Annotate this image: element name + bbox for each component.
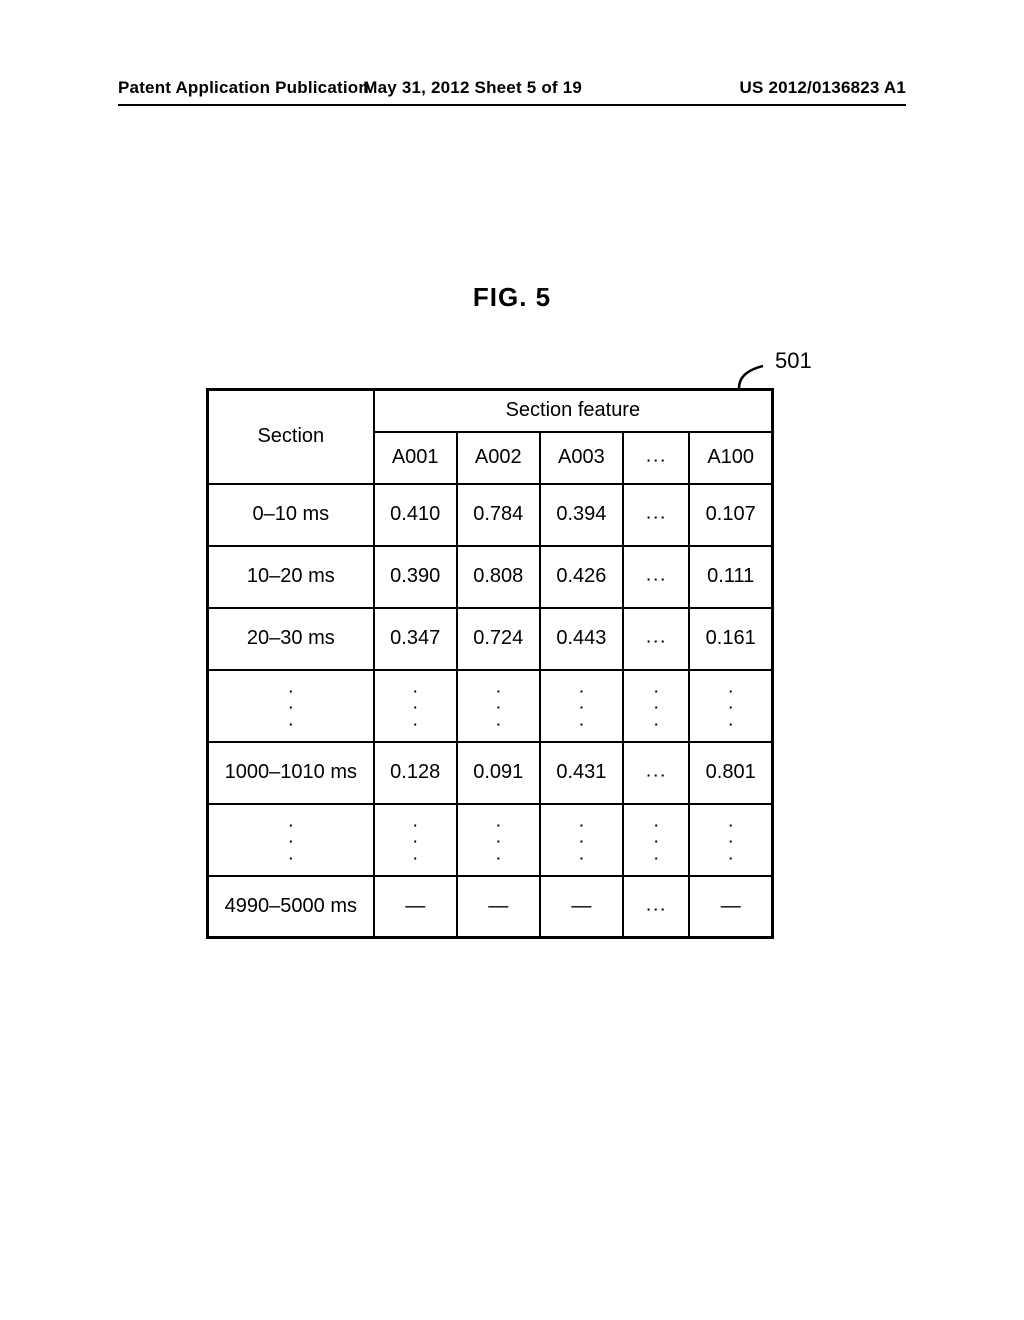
cell-dash bbox=[457, 876, 540, 938]
callout-reference-number: 501 bbox=[775, 348, 812, 374]
cell-value: 0.394 bbox=[540, 484, 623, 546]
table-row: 10–20 ms 0.390 0.808 0.426 0.111 bbox=[208, 546, 773, 608]
cell-value: 0.426 bbox=[540, 546, 623, 608]
callout-leader-line bbox=[737, 362, 765, 390]
cell-vdots bbox=[623, 670, 689, 742]
cell-section: 10–20 ms bbox=[208, 546, 374, 608]
cell-ellipsis bbox=[623, 484, 689, 546]
cell-value: 0.443 bbox=[540, 608, 623, 670]
col-header-a001: A001 bbox=[374, 432, 457, 484]
cell-vdots bbox=[374, 804, 457, 876]
col-group-header: Section feature bbox=[374, 390, 773, 432]
cell-value: 0.091 bbox=[457, 742, 540, 804]
cell-vdots bbox=[457, 670, 540, 742]
cell-vdots bbox=[208, 804, 374, 876]
cell-ellipsis bbox=[623, 876, 689, 938]
figure-label: FIG. 5 bbox=[0, 282, 1024, 313]
section-feature-table: Section Section feature A001 A002 A003 A… bbox=[206, 388, 774, 939]
cell-ellipsis bbox=[623, 608, 689, 670]
cell-value: 0.111 bbox=[689, 546, 772, 608]
col-header-a100: A100 bbox=[689, 432, 772, 484]
cell-value: 0.347 bbox=[374, 608, 457, 670]
cell-value: 0.724 bbox=[457, 608, 540, 670]
cell-dash bbox=[374, 876, 457, 938]
cell-vdots bbox=[540, 804, 623, 876]
cell-section: 20–30 ms bbox=[208, 608, 374, 670]
table-row: 20–30 ms 0.347 0.724 0.443 0.161 bbox=[208, 608, 773, 670]
cell-vdots bbox=[689, 670, 772, 742]
cell-value: 0.107 bbox=[689, 484, 772, 546]
table-row: 1000–1010 ms 0.128 0.091 0.431 0.801 bbox=[208, 742, 773, 804]
cell-section: 1000–1010 ms bbox=[208, 742, 374, 804]
col-header-ellipsis bbox=[623, 432, 689, 484]
cell-value: 0.128 bbox=[374, 742, 457, 804]
cell-dash bbox=[540, 876, 623, 938]
table-row-vdots bbox=[208, 670, 773, 742]
table-row-vdots bbox=[208, 804, 773, 876]
cell-ellipsis bbox=[623, 546, 689, 608]
col-header-a003: A003 bbox=[540, 432, 623, 484]
cell-value: 0.161 bbox=[689, 608, 772, 670]
cell-vdots bbox=[540, 670, 623, 742]
cell-dash bbox=[689, 876, 772, 938]
page-header: Patent Application Publication May 31, 2… bbox=[0, 78, 1024, 98]
cell-vdots bbox=[457, 804, 540, 876]
header-publication-number: US 2012/0136823 A1 bbox=[740, 78, 907, 98]
cell-value: 0.390 bbox=[374, 546, 457, 608]
cell-value: 0.431 bbox=[540, 742, 623, 804]
cell-value: 0.784 bbox=[457, 484, 540, 546]
col-header-a002: A002 bbox=[457, 432, 540, 484]
cell-ellipsis bbox=[623, 742, 689, 804]
cell-section: 4990–5000 ms bbox=[208, 876, 374, 938]
cell-value: 0.410 bbox=[374, 484, 457, 546]
header-publication-type: Patent Application Publication bbox=[118, 78, 369, 98]
cell-vdots bbox=[689, 804, 772, 876]
cell-vdots bbox=[208, 670, 374, 742]
table-row: 0–10 ms 0.410 0.784 0.394 0.107 bbox=[208, 484, 773, 546]
header-rule bbox=[118, 104, 906, 106]
cell-vdots bbox=[623, 804, 689, 876]
cell-value: 0.801 bbox=[689, 742, 772, 804]
cell-value: 0.808 bbox=[457, 546, 540, 608]
row-header-section: Section bbox=[208, 390, 374, 484]
cell-section: 0–10 ms bbox=[208, 484, 374, 546]
table-row: 4990–5000 ms bbox=[208, 876, 773, 938]
cell-vdots bbox=[374, 670, 457, 742]
header-date-sheet: May 31, 2012 Sheet 5 of 19 bbox=[363, 78, 582, 98]
